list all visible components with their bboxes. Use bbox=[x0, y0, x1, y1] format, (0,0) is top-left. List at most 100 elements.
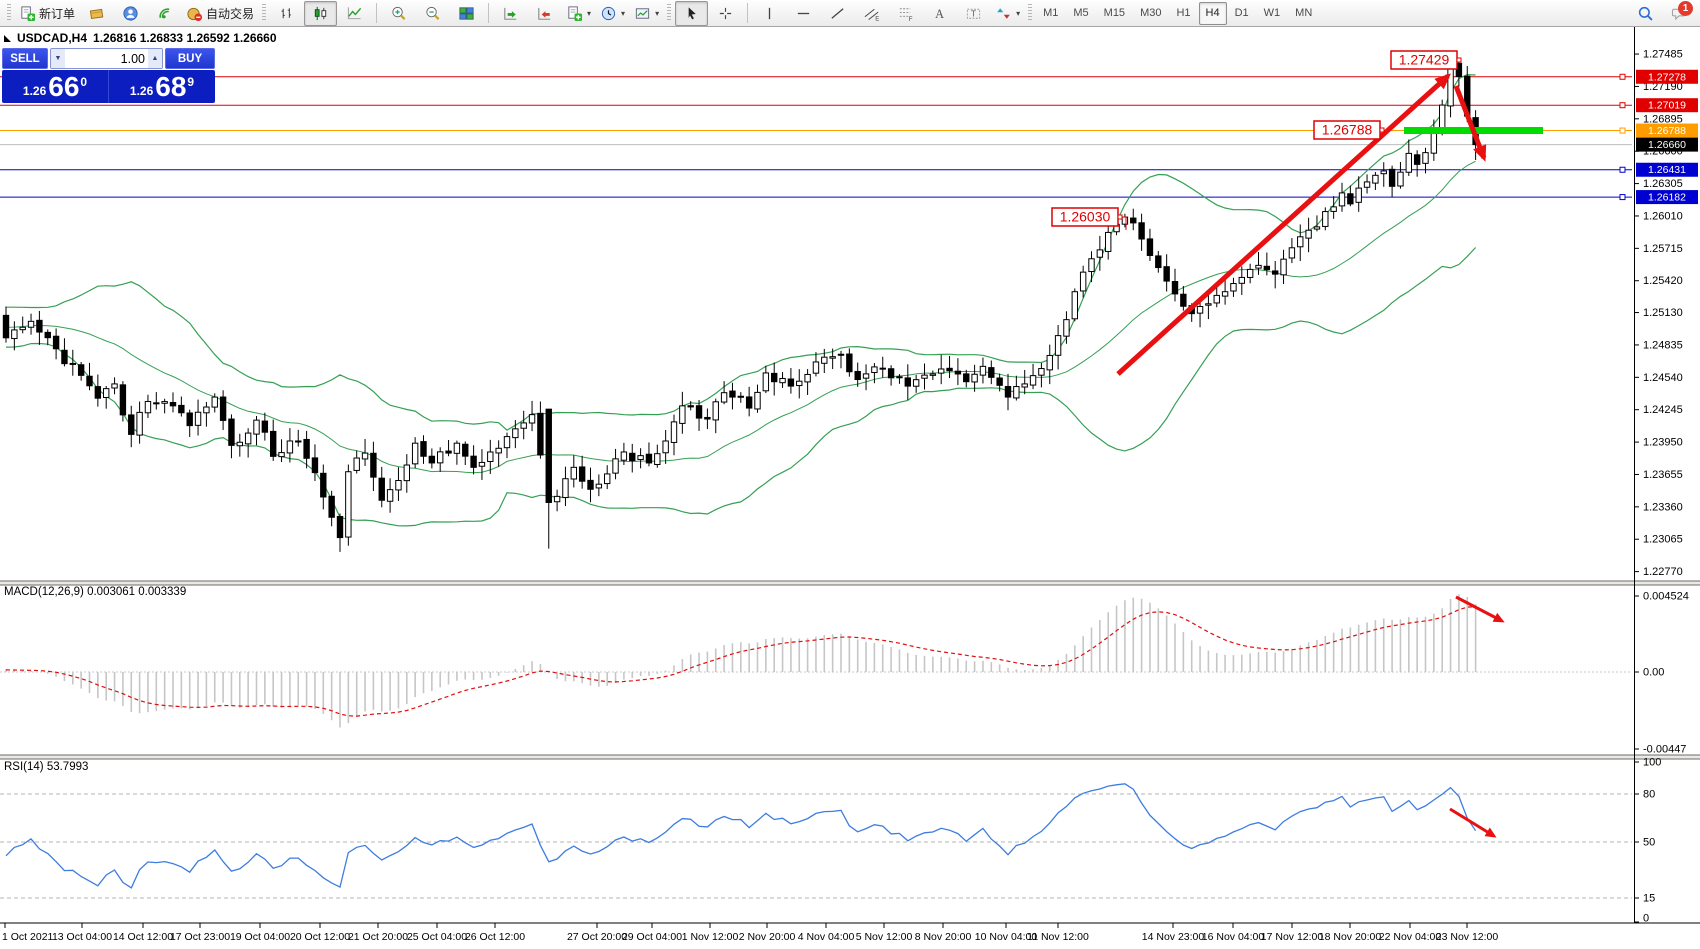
trendline-button[interactable] bbox=[821, 1, 854, 26]
rsi-panel: 1008050150 bbox=[0, 757, 1661, 925]
chart-corner-icon bbox=[4, 35, 11, 42]
doc-plus-icon bbox=[566, 5, 583, 22]
auto-trading-button-label: 自动交易 bbox=[206, 5, 254, 22]
market-watch-button[interactable] bbox=[80, 1, 113, 26]
candle-icon bbox=[312, 5, 329, 22]
chart-canvas[interactable]: 1.274851.271901.268951.266001.263051.260… bbox=[0, 0, 1700, 949]
bollinger-bands bbox=[6, 75, 1476, 526]
equidistant-channel-button[interactable]: E bbox=[855, 1, 888, 26]
tiles-icon bbox=[458, 5, 475, 22]
cursor-button[interactable] bbox=[675, 1, 708, 26]
timeframe-h4-button[interactable]: H4 bbox=[1199, 2, 1227, 25]
svg-text:1 Oct 2021: 1 Oct 2021 bbox=[2, 931, 54, 943]
auto-trading-button[interactable]: 自动交易 bbox=[182, 1, 258, 26]
svg-text:E: E bbox=[875, 15, 879, 21]
new-order-button[interactable]: 新订单 bbox=[15, 1, 79, 26]
level-lines bbox=[0, 74, 1632, 199]
buy-price-main: 68 bbox=[155, 72, 186, 102]
svg-text:0.004524: 0.004524 bbox=[1643, 591, 1689, 603]
buy-price-prefix: 1.26 bbox=[130, 84, 153, 98]
buy-button[interactable]: BUY bbox=[165, 48, 215, 69]
price-annotations: 1.274291.267881.26030 bbox=[1052, 51, 1461, 230]
svg-text:0: 0 bbox=[1643, 913, 1649, 925]
timeframe-h1-button[interactable]: H1 bbox=[1169, 2, 1197, 25]
profile-icon bbox=[122, 5, 139, 22]
vertical-line-button[interactable] bbox=[753, 1, 786, 26]
volume-decrease-button[interactable]: ▼ bbox=[51, 49, 65, 68]
fibonacci-button[interactable]: F bbox=[889, 1, 922, 26]
timeframe-w1-button[interactable]: W1 bbox=[1257, 2, 1288, 25]
line-chart-icon bbox=[346, 5, 363, 22]
arrows-button[interactable]: ▾ bbox=[991, 1, 1024, 26]
text-icon: A bbox=[931, 5, 948, 22]
svg-text:21 Oct 20:00: 21 Oct 20:00 bbox=[348, 931, 408, 943]
svg-text:1.27429: 1.27429 bbox=[1399, 52, 1450, 68]
tile-windows-button[interactable] bbox=[450, 1, 483, 26]
svg-text:1.23655: 1.23655 bbox=[1643, 469, 1683, 481]
svg-text:F: F bbox=[909, 16, 913, 22]
profile-button[interactable] bbox=[114, 1, 147, 26]
toolbar-grip[interactable] bbox=[1028, 4, 1032, 22]
svg-text:1.26895: 1.26895 bbox=[1643, 113, 1683, 125]
gold-box-icon bbox=[88, 5, 105, 22]
svg-text:25 Oct 04:00: 25 Oct 04:00 bbox=[407, 931, 467, 943]
svg-text:1.27485: 1.27485 bbox=[1643, 49, 1683, 61]
volume-input[interactable] bbox=[65, 49, 148, 68]
red-arrow-annotation[interactable] bbox=[1118, 76, 1448, 374]
zoom-out-button[interactable] bbox=[416, 1, 449, 26]
svg-text:-0.00447: -0.00447 bbox=[1643, 744, 1686, 756]
search-icon bbox=[1637, 5, 1654, 22]
candlestick-chart-button[interactable] bbox=[304, 1, 337, 26]
text-button[interactable]: A bbox=[923, 1, 956, 26]
time-axis: 1 Oct 202113 Oct 04:0014 Oct 12:0017 Oct… bbox=[2, 923, 1498, 943]
templates-button[interactable]: ▾ bbox=[630, 1, 663, 26]
chart-shift-button[interactable] bbox=[528, 1, 561, 26]
label-icon: T bbox=[965, 5, 982, 22]
svg-text:8 Nov 20:00: 8 Nov 20:00 bbox=[915, 931, 972, 943]
search-button[interactable] bbox=[1629, 1, 1662, 26]
svg-text:1.25420: 1.25420 bbox=[1643, 275, 1683, 287]
indicators-button[interactable]: ▾ bbox=[562, 1, 595, 26]
toolbar-grip[interactable] bbox=[667, 4, 671, 22]
svg-text:23 Nov 12:00: 23 Nov 12:00 bbox=[1436, 931, 1499, 943]
sell-button[interactable]: SELL bbox=[2, 48, 48, 69]
svg-text:27 Oct 20:00: 27 Oct 20:00 bbox=[567, 931, 627, 943]
buy-price[interactable]: 1.26 68 9 bbox=[109, 70, 215, 103]
svg-text:1.24540: 1.24540 bbox=[1643, 372, 1683, 384]
autoscroll-icon bbox=[502, 5, 519, 22]
svg-text:17 Nov 12:00: 17 Nov 12:00 bbox=[1261, 931, 1324, 943]
timeframe-m5-button[interactable]: M5 bbox=[1066, 2, 1095, 25]
fibo-icon: F bbox=[897, 5, 914, 22]
mt4-window: 1.274851.271901.268951.266001.263051.260… bbox=[0, 0, 1700, 949]
toolbar-grip[interactable] bbox=[262, 4, 266, 22]
timeframe-m1-button[interactable]: M1 bbox=[1036, 2, 1065, 25]
sell-price-main: 66 bbox=[48, 72, 79, 102]
svg-text:29 Oct 04:00: 29 Oct 04:00 bbox=[622, 931, 682, 943]
timeframe-mn-button[interactable]: MN bbox=[1288, 2, 1319, 25]
svg-text:11 Nov 12:00: 11 Nov 12:00 bbox=[1027, 931, 1089, 943]
svg-text:5 Nov 12:00: 5 Nov 12:00 bbox=[856, 931, 913, 943]
horizontal-line-button[interactable] bbox=[787, 1, 820, 26]
line-chart-button[interactable] bbox=[338, 1, 371, 26]
chat-button[interactable]: 1 bbox=[1663, 1, 1696, 26]
vline-icon bbox=[761, 5, 778, 22]
signals-button[interactable] bbox=[148, 1, 181, 26]
label-button[interactable]: T bbox=[957, 1, 990, 26]
signal-icon bbox=[156, 5, 173, 22]
sell-price[interactable]: 1.26 66 0 bbox=[2, 70, 109, 103]
toolbar-separator bbox=[488, 3, 489, 23]
timeframe-m15-button[interactable]: M15 bbox=[1097, 2, 1132, 25]
periods-button[interactable]: ▾ bbox=[596, 1, 629, 26]
zoom-in-button[interactable] bbox=[382, 1, 415, 26]
red-arrow-annotation[interactable] bbox=[1450, 809, 1494, 836]
toolbar-grip[interactable] bbox=[7, 4, 11, 22]
timeframe-d1-button[interactable]: D1 bbox=[1228, 2, 1256, 25]
macd-panel: 0.0045240.00-0.00447 bbox=[0, 591, 1689, 756]
bar-chart-button[interactable] bbox=[270, 1, 303, 26]
crosshair-button[interactable] bbox=[709, 1, 742, 26]
timeframe-m30-button[interactable]: M30 bbox=[1133, 2, 1168, 25]
auto-scroll-button[interactable] bbox=[494, 1, 527, 26]
volume-increase-button[interactable]: ▲ bbox=[148, 49, 162, 68]
svg-text:13 Oct 04:00: 13 Oct 04:00 bbox=[52, 931, 112, 943]
chevron-down-icon: ▾ bbox=[621, 9, 625, 18]
